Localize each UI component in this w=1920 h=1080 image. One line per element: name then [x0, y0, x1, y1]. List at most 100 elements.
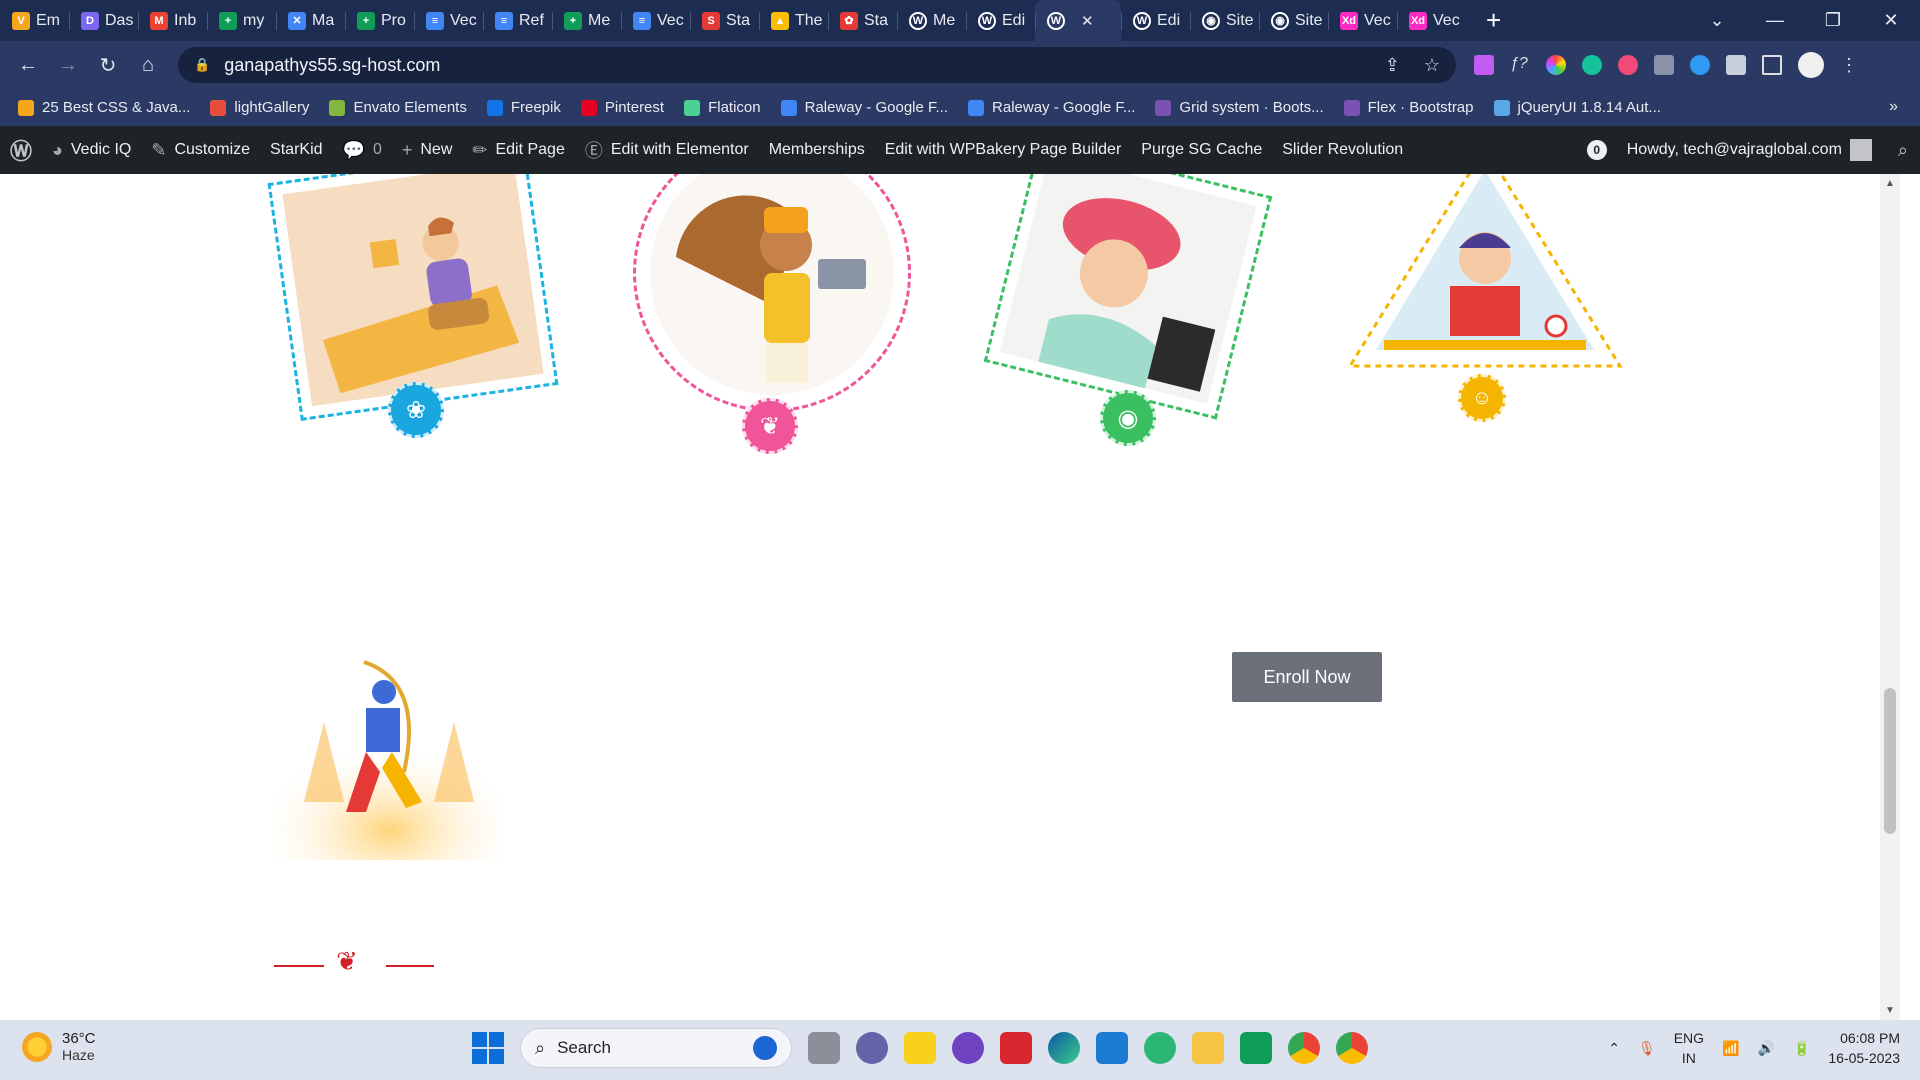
bookmark-item[interactable]: jQueryUI 1.8.14 Aut... — [1493, 99, 1661, 116]
battery-icon[interactable]: 🔋 — [1793, 1040, 1810, 1057]
reload-button[interactable]: ↻ — [88, 53, 128, 78]
color-picker-icon[interactable] — [1546, 55, 1566, 75]
volume-icon[interactable]: 🔊 — [1758, 1040, 1775, 1057]
clock[interactable]: 06:08 PM 16-05-2023 — [1828, 1028, 1900, 1068]
user-avatar[interactable] — [1849, 139, 1872, 161]
browser-tab[interactable]: W Edi — [966, 0, 1035, 41]
language-indicator[interactable]: ENG IN — [1674, 1028, 1704, 1068]
site-name-menu[interactable]: ◕ Vedic IQ — [42, 126, 141, 174]
bookmark-item[interactable]: Envato Elements — [329, 99, 467, 116]
browser-tab[interactable]: W Edi — [1121, 0, 1190, 41]
browser-tab[interactable]: ▲ The — [759, 0, 828, 41]
browser-tab[interactable]: ✿ Sta — [828, 0, 897, 41]
enroll-now-button[interactable]: Enroll Now — [1232, 652, 1382, 702]
bookmark-item[interactable]: lightGallery — [210, 99, 309, 116]
google-meet-icon[interactable] — [1240, 1032, 1272, 1064]
bookmarks-overflow-icon[interactable]: » — [1889, 98, 1898, 116]
browser-tab[interactable]: W ✕ — [1035, 0, 1121, 41]
filezilla-icon[interactable] — [1000, 1032, 1032, 1064]
restore-button[interactable]: ❐ — [1804, 10, 1862, 31]
edge-icon[interactable] — [1048, 1032, 1080, 1064]
home-button[interactable]: ⌂ — [128, 54, 168, 77]
bookmark-item[interactable]: Grid system · Boots... — [1155, 99, 1324, 116]
extension-blue-icon[interactable] — [1690, 55, 1710, 75]
weather-widget[interactable]: 36°C Haze — [22, 1030, 96, 1063]
browser-tab[interactable]: Xd Vec — [1397, 0, 1466, 41]
browser-tab[interactable]: D Das — [69, 0, 138, 41]
browser-tab[interactable]: S Sta — [690, 0, 759, 41]
address-bar[interactable]: 🔒 ganapathys55.sg-host.com ⇪ ☆ — [178, 47, 1456, 83]
bookmark-item[interactable]: Raleway - Google F... — [968, 99, 1135, 116]
bookmark-item[interactable]: 25 Best CSS & Java... — [18, 99, 190, 116]
memberships-link[interactable]: Memberships — [759, 126, 875, 174]
back-button[interactable]: ← — [8, 54, 48, 77]
teams-chat-icon[interactable] — [856, 1032, 888, 1064]
notification-badge[interactable]: 0 — [1586, 140, 1607, 160]
browser-tab[interactable]: ◉ Site — [1190, 0, 1259, 41]
file-explorer-icon[interactable] — [1192, 1032, 1224, 1064]
vscode-icon[interactable] — [1096, 1032, 1128, 1064]
bookmark-item[interactable]: Flaticon — [684, 99, 761, 116]
puzzle-icon[interactable] — [1726, 55, 1746, 75]
sticky-notes-icon[interactable] — [904, 1032, 936, 1064]
browser-tab[interactable]: + my — [207, 0, 276, 41]
extension-ruler-icon[interactable] — [1654, 55, 1674, 75]
howdy-text[interactable]: Howdy, tech@vajraglobal.com — [1627, 141, 1842, 159]
windows-start-icon[interactable] — [472, 1032, 504, 1064]
wifi-icon[interactable]: 📶 — [1722, 1040, 1739, 1057]
browser-tab[interactable]: Xd Vec — [1328, 0, 1397, 41]
scroll-up-arrow[interactable]: ▲ — [1885, 178, 1895, 189]
browser-tab[interactable]: V Em — [0, 0, 69, 41]
profile-avatar[interactable] — [1798, 52, 1824, 78]
chrome-profile-icon[interactable] — [1336, 1032, 1368, 1064]
close-window-button[interactable]: ✕ — [1862, 10, 1920, 31]
task-view-icon[interactable] — [808, 1032, 840, 1064]
forward-button[interactable]: → — [48, 54, 88, 77]
github-desktop-icon[interactable] — [952, 1032, 984, 1064]
grammarly-icon[interactable] — [1582, 55, 1602, 75]
browser-tab[interactable]: M Inb — [138, 0, 207, 41]
side-panel-icon[interactable] — [1762, 55, 1782, 75]
page-scrollbar[interactable]: ▲ ▼ — [1880, 174, 1900, 1020]
customize-link[interactable]: ✎ Customize — [141, 126, 260, 174]
taskbar-search[interactable]: ⌕ Search — [520, 1028, 792, 1068]
bookmark-item[interactable]: Pinterest — [580, 99, 664, 116]
edit-page-link[interactable]: ✏ Edit Page — [462, 126, 574, 174]
microphone-icon[interactable]: 🎙 — [1638, 1040, 1656, 1057]
browser-tab[interactable]: W Me — [897, 0, 966, 41]
wpbakery-link[interactable]: Edit with WPBakery Page Builder — [875, 126, 1132, 174]
extension-icon[interactable] — [1474, 55, 1494, 75]
browser-tab[interactable]: ≡ Vec — [621, 0, 690, 41]
browser-tab[interactable]: ≡ Vec — [414, 0, 483, 41]
browser-tab[interactable]: ✕ Ma — [276, 0, 345, 41]
browser-tab[interactable]: ◉ Site — [1259, 0, 1328, 41]
font-extension-icon[interactable]: ƒ? — [1510, 55, 1530, 75]
wp-logo-menu[interactable]: Ⓦ — [0, 126, 42, 174]
comments-link[interactable]: 💬 0 — [333, 126, 392, 174]
minimize-button[interactable]: — — [1746, 10, 1804, 31]
new-tab-button[interactable]: + — [1486, 5, 1501, 36]
browser-tab[interactable]: + Me — [552, 0, 621, 41]
search-icon[interactable]: ⌕ — [1898, 140, 1908, 161]
gitkraken-icon[interactable] — [1144, 1032, 1176, 1064]
kebab-menu-icon[interactable]: ⋮ — [1840, 55, 1858, 76]
lock-icon[interactable]: 🔒 — [194, 57, 210, 73]
theme-link[interactable]: StarKid — [260, 126, 332, 174]
extension-t-icon[interactable] — [1618, 55, 1638, 75]
chrome-icon[interactable] — [1288, 1032, 1320, 1064]
scrollbar-thumb[interactable] — [1884, 688, 1896, 834]
bookmark-item[interactable]: Raleway - Google F... — [780, 99, 948, 116]
bookmark-item[interactable]: Flex · Bootstrap — [1343, 99, 1474, 116]
browser-tab[interactable]: ≡ Ref — [483, 0, 552, 41]
purge-cache-link[interactable]: Purge SG Cache — [1131, 126, 1272, 174]
bookmark-star-icon[interactable]: ☆ — [1424, 55, 1440, 76]
close-tab-icon[interactable]: ✕ — [1081, 12, 1094, 30]
bookmark-item[interactable]: Freepik — [486, 99, 561, 116]
new-content-menu[interactable]: + New — [392, 126, 463, 174]
share-icon[interactable]: ⇪ — [1385, 55, 1400, 76]
scroll-down-arrow[interactable]: ▼ — [1885, 1005, 1895, 1016]
slider-revolution-link[interactable]: Slider Revolution — [1272, 126, 1413, 174]
browser-tab[interactable]: + Pro — [345, 0, 414, 41]
elementor-link[interactable]: Ⓔ Edit with Elementor — [575, 126, 759, 174]
tray-overflow-icon[interactable]: ⌃ — [1608, 1040, 1620, 1057]
